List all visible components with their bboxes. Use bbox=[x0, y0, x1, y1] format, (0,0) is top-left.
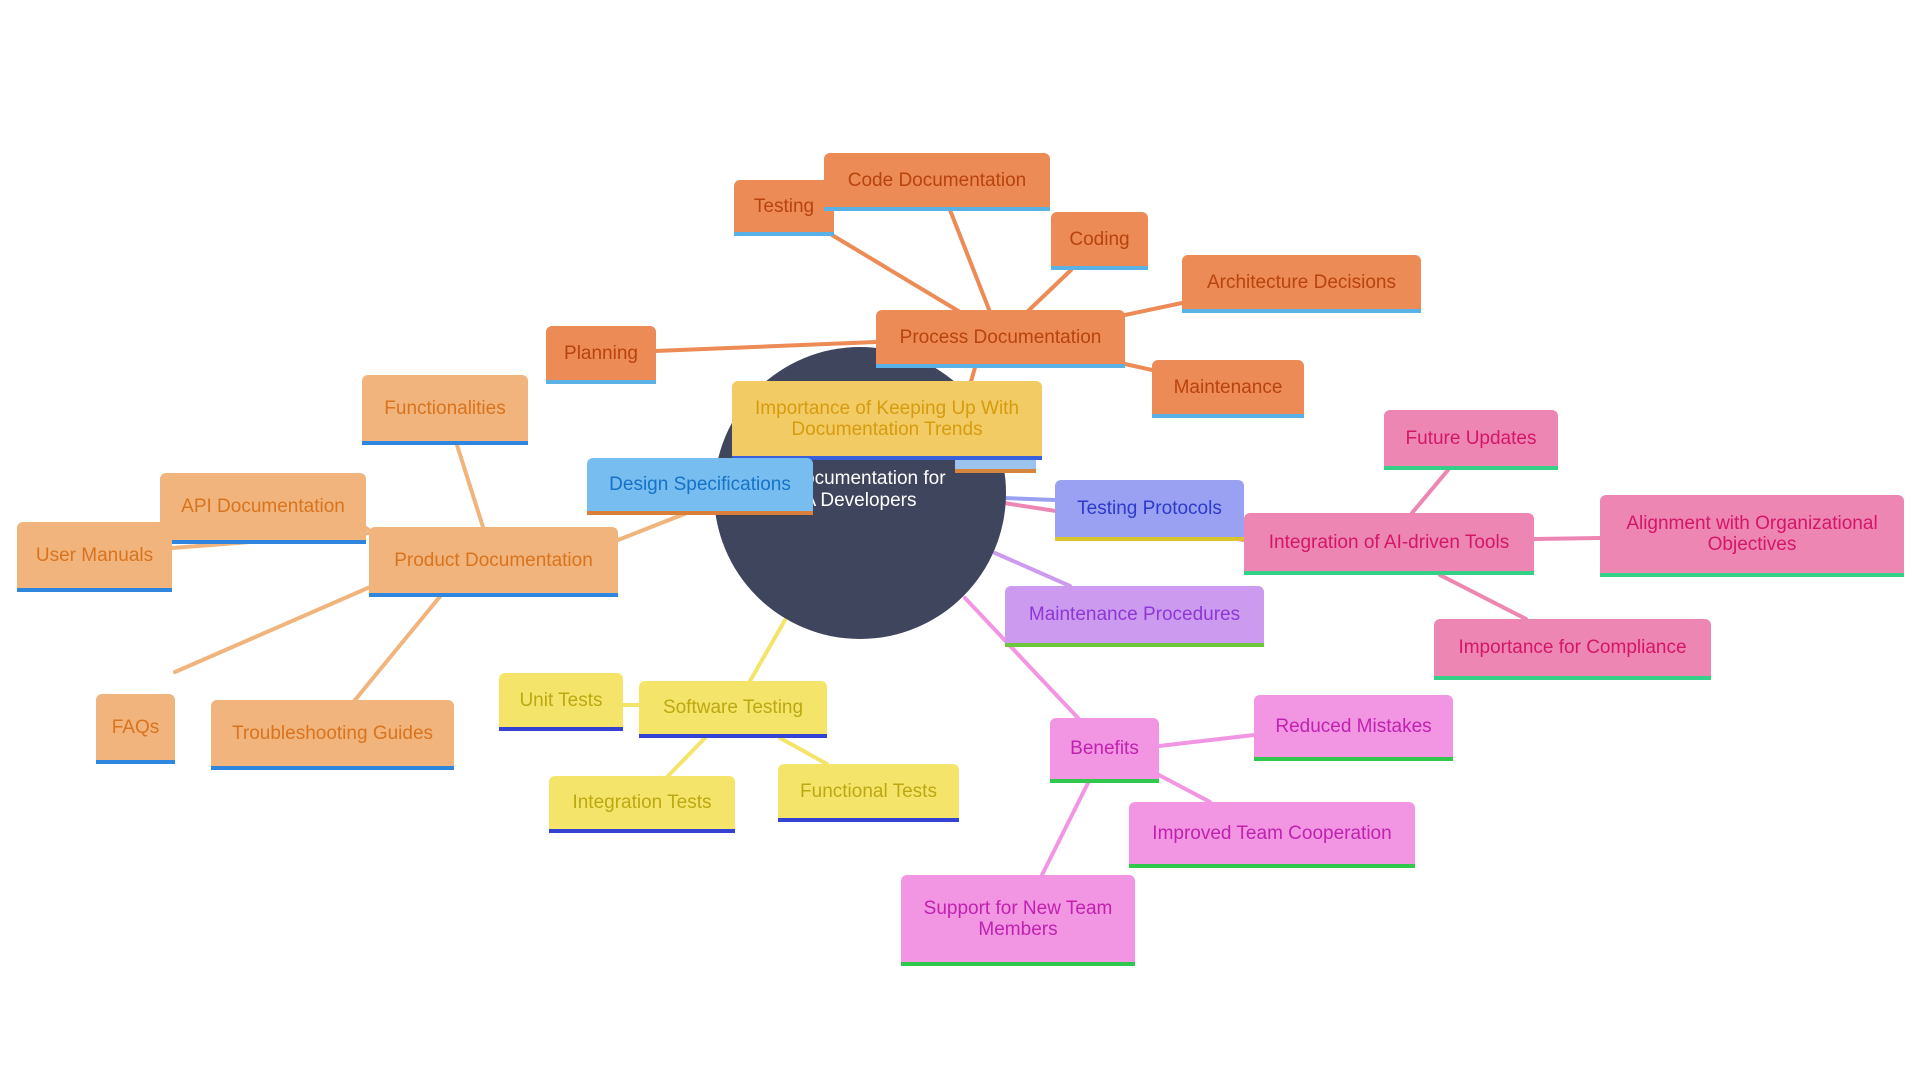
node-functional-tests[interactable]: Functional Tests bbox=[778, 764, 959, 822]
edge-benefits-reduced bbox=[1157, 733, 1256, 748]
edge-ai-alignment bbox=[1532, 536, 1602, 541]
node-design-specifications[interactable]: Design Specifications bbox=[587, 458, 813, 515]
node-importance-compliance[interactable]: Importance for Compliance bbox=[1434, 619, 1711, 680]
node-reduced-mistakes[interactable]: Reduced Mistakes bbox=[1254, 695, 1453, 761]
edge-process-maintenance bbox=[1123, 362, 1154, 372]
node-api-documentation[interactable]: API Documentation bbox=[160, 473, 366, 544]
node-testing-protocols[interactable]: Testing Protocols bbox=[1055, 480, 1244, 541]
node-code-documentation[interactable]: Code Documentation bbox=[824, 153, 1050, 211]
edge-process-code-doc bbox=[948, 208, 992, 314]
node-process-documentation[interactable]: Process Documentation bbox=[876, 310, 1125, 368]
node-testing[interactable]: Testing bbox=[734, 180, 834, 236]
node-user-manuals[interactable]: User Manuals bbox=[17, 522, 172, 592]
edge-process-testing bbox=[830, 233, 962, 314]
node-ai-driven-tools[interactable]: Integration of AI-driven Tools bbox=[1244, 513, 1534, 575]
edge-testing-functional bbox=[778, 736, 829, 766]
node-architecture-decisions[interactable]: Architecture Decisions bbox=[1182, 255, 1421, 313]
node-software-testing[interactable]: Software Testing bbox=[639, 681, 827, 738]
edge-ai-compliance bbox=[1438, 573, 1528, 621]
node-maintenance-procedures[interactable]: Maintenance Procedures bbox=[1005, 586, 1264, 647]
node-faqs[interactable]: FAQs bbox=[96, 694, 175, 764]
node-alignment-objectives[interactable]: Alignment with Organizational Objectives bbox=[1600, 495, 1904, 577]
edge-testing-integration bbox=[666, 736, 707, 778]
edge-center-testing bbox=[748, 618, 787, 683]
edge-center-maintproc bbox=[993, 551, 1072, 588]
node-maintenance[interactable]: Maintenance bbox=[1152, 360, 1304, 418]
node-documentation-trends[interactable]: Importance of Keeping Up With Documentat… bbox=[732, 381, 1042, 460]
edge-process-coding bbox=[1025, 268, 1073, 314]
node-functionalities[interactable]: Functionalities bbox=[362, 375, 528, 445]
edge-process-architecture bbox=[1123, 301, 1184, 317]
node-troubleshooting-guides[interactable]: Troubleshooting Guides bbox=[211, 700, 454, 770]
node-integration-tests[interactable]: Integration Tests bbox=[549, 776, 735, 833]
node-improved-cooperation[interactable]: Improved Team Cooperation bbox=[1129, 802, 1415, 868]
node-coding[interactable]: Coding bbox=[1051, 212, 1148, 270]
edge-center-protocols bbox=[1002, 496, 1057, 502]
node-unit-tests[interactable]: Unit Tests bbox=[499, 673, 623, 731]
edge-ai-future bbox=[1410, 468, 1450, 515]
node-planning[interactable]: Planning bbox=[546, 326, 656, 384]
edge-product-functionalities bbox=[455, 443, 485, 529]
edge-benefits-support bbox=[1040, 781, 1090, 877]
node-future-updates[interactable]: Future Updates bbox=[1384, 410, 1558, 470]
node-product-documentation[interactable]: Product Documentation bbox=[369, 527, 618, 597]
node-support-new-members[interactable]: Support for New Team Members bbox=[901, 875, 1135, 966]
edge-benefits-cooperation bbox=[1157, 773, 1212, 804]
node-benefits[interactable]: Benefits bbox=[1050, 718, 1159, 783]
